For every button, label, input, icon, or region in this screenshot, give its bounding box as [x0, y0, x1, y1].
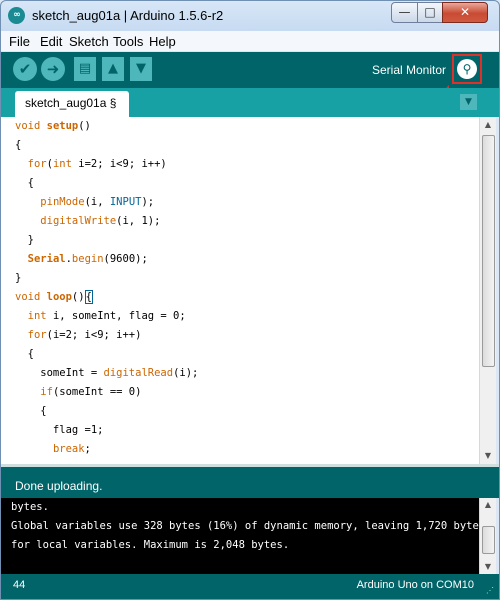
code-line: flag =1; [15, 424, 104, 436]
code-token: loop [46, 291, 72, 303]
console-scrollbar[interactable]: ▲ ▼ [479, 498, 496, 574]
code-token: void [15, 291, 41, 303]
code-line: void setup() [15, 120, 91, 132]
new-sketch-button[interactable]: ▤ [74, 57, 96, 81]
code-line: void loop(){ [15, 290, 93, 304]
code-line: } [15, 234, 34, 246]
menu-bar: File Edit Sketch Tools Help [1, 31, 499, 51]
code-line: digitalWrite(i, 1); [40, 215, 161, 227]
code-line: } [15, 272, 22, 284]
status-bar: Done uploading. [1, 464, 499, 498]
code-token: int [27, 310, 47, 322]
code-token: break [52, 443, 85, 455]
serial-monitor-highlight-box [452, 54, 482, 84]
code-line: someInt = digitalRead(i); [15, 367, 199, 379]
window-title: sketch_aug01a | Arduino 1.5.6-r2 [32, 8, 224, 23]
code-token: pinMode [40, 196, 85, 208]
tab-menu-button[interactable]: ▼ [460, 94, 477, 110]
code-token: void [15, 120, 41, 132]
code-token: Serial [27, 253, 66, 265]
code-line: int i, someInt, flag = 0; [27, 310, 186, 322]
open-sketch-button[interactable]: ▲ [102, 57, 124, 81]
title-bar: ∞ sketch_aug01a | Arduino 1.5.6-r2 — □ ✕ [1, 1, 499, 31]
arduino-ide-window: ∞ sketch_aug01a | Arduino 1.5.6-r2 — □ ✕… [0, 0, 500, 600]
code-line: if(someInt == 0) [40, 386, 142, 398]
code-token: for [27, 158, 47, 170]
line-number: 44 [13, 579, 26, 591]
serial-monitor-label: Serial Monitor [372, 63, 447, 77]
console-output[interactable]: bytes. Global variables use 328 bytes (1… [1, 498, 479, 574]
save-sketch-button[interactable]: ▼ [130, 57, 152, 81]
code-line: Serial.begin(9600); [27, 253, 148, 265]
code-token: digitalWrite [40, 215, 117, 227]
scroll-up-icon[interactable]: ▲ [480, 498, 496, 512]
code-token: INPUT [109, 196, 142, 208]
console-scroll-thumb[interactable] [482, 526, 495, 554]
code-token: if [40, 386, 53, 398]
code-line: for(i=2; i<9; i++) [27, 329, 142, 341]
close-button[interactable]: ✕ [442, 2, 488, 23]
verify-button[interactable]: ✔ [13, 57, 37, 81]
menu-edit[interactable]: Edit [40, 34, 62, 49]
tab-sketch[interactable]: sketch_aug01a § [15, 91, 129, 117]
code-line: for(int i=2; i<9; i++) [27, 158, 167, 170]
menu-tools[interactable]: Tools [113, 34, 143, 49]
scroll-down-icon[interactable]: ▼ [480, 560, 496, 574]
code-token: for [27, 329, 47, 341]
code-line: { [15, 139, 22, 151]
maximize-button[interactable]: □ [417, 2, 443, 23]
code-line: { [15, 177, 34, 189]
console-line: bytes. [11, 501, 49, 513]
arduino-logo-icon: ∞ [8, 7, 25, 24]
editor-scrollbar[interactable]: ▲ ▼ [479, 117, 496, 464]
upload-button[interactable]: ➜ [41, 57, 65, 81]
menu-help[interactable]: Help [149, 34, 176, 49]
scroll-down-icon[interactable]: ▼ [480, 448, 496, 464]
code-token: digitalRead [103, 367, 174, 379]
code-editor[interactable]: void setup() { for(int i=2; i<9; i++) { … [1, 117, 479, 464]
menu-file[interactable]: File [9, 34, 30, 49]
console-line: for local variables. Maximum is 2,048 by… [11, 539, 290, 551]
menu-sketch[interactable]: Sketch [69, 34, 109, 49]
code-line: pinMode(i, INPUT); [40, 196, 155, 208]
code-token: setup [46, 120, 79, 132]
resize-grip-icon[interactable]: ⋰ [486, 586, 496, 596]
code-line: { [15, 348, 34, 360]
code-line: { [15, 405, 47, 417]
status-message: Done uploading. [15, 479, 103, 493]
tab-bar: sketch_aug01a § ▼ [1, 88, 499, 117]
code-line: break; [52, 443, 91, 455]
footer-bar: 44 Arduino Uno on COM10 ⋰ [1, 574, 499, 599]
code-token: begin [71, 253, 104, 265]
console-line: Global variables use 328 bytes (16%) of … [11, 520, 479, 532]
bracket-match-highlight: { [84, 290, 93, 304]
board-port-label: Arduino Uno on COM10 [356, 579, 474, 591]
minimize-button[interactable]: — [391, 2, 418, 23]
scroll-up-icon[interactable]: ▲ [480, 117, 496, 133]
editor-scroll-thumb[interactable] [482, 135, 495, 367]
code-token: int [52, 158, 72, 170]
